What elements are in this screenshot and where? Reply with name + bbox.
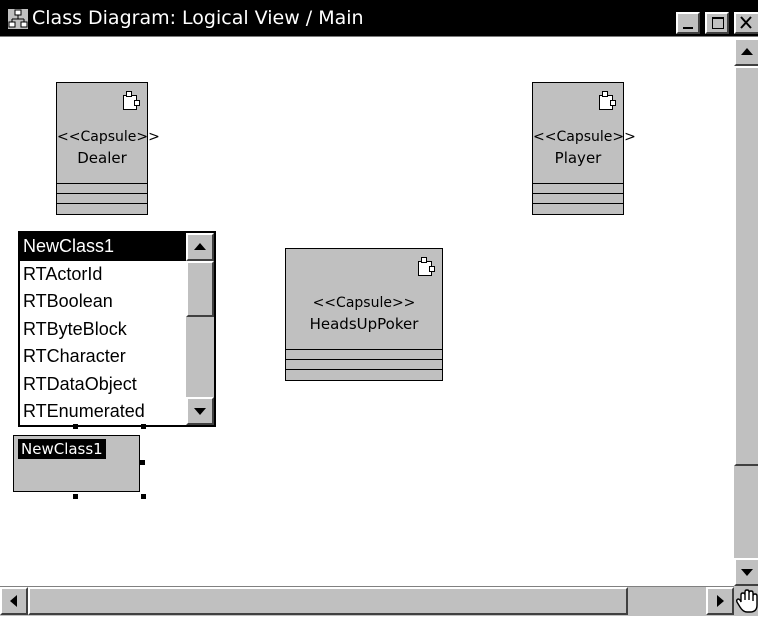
capsule-icon: [123, 91, 140, 110]
compartment-divider: [286, 369, 442, 370]
compartment-divider: [533, 193, 623, 194]
minimize-icon: [683, 27, 693, 29]
scroll-right-button[interactable]: [706, 587, 734, 615]
vertical-scrollbar[interactable]: [734, 38, 758, 586]
horizontal-scrollbar[interactable]: [0, 586, 734, 616]
class-diagram-window: Class Diagram: Logical View / Main <<Cap…: [0, 0, 758, 616]
scroll-thumb[interactable]: [186, 261, 214, 317]
compartment-divider: [57, 193, 147, 194]
list-item[interactable]: RTDataObject: [20, 371, 186, 399]
triangle-left-icon: [10, 595, 17, 607]
new-class-shape[interactable]: NewClass1: [13, 435, 140, 492]
class-type-dropdown[interactable]: NewClass1 RTActorId RTBoolean RTByteBloc…: [18, 231, 216, 427]
maximize-icon: [712, 17, 724, 29]
compartment-divider: [57, 203, 147, 204]
selection-handle[interactable]: [73, 494, 78, 499]
capsule-stereotype: <<Capsule>>: [533, 129, 636, 145]
hand-pan-icon: [735, 589, 758, 613]
diagram-canvas[interactable]: <<Capsule>> Dealer <<Capsule>> Player <<…: [0, 38, 734, 586]
compartment-divider: [533, 183, 623, 184]
compartment-divider: [57, 183, 147, 184]
scroll-down-button[interactable]: [734, 558, 758, 586]
capsule-headsuppoker[interactable]: <<Capsule>> HeadsUpPoker: [285, 248, 443, 381]
list-item[interactable]: RTEnumerated: [20, 398, 186, 426]
capsule-name: Dealer: [77, 149, 127, 167]
capsule-stereotype: <<Capsule>>: [57, 129, 160, 145]
close-button[interactable]: [734, 12, 758, 34]
dropdown-scrollbar[interactable]: [186, 233, 214, 425]
selection-handle[interactable]: [140, 460, 145, 465]
list-item[interactable]: RTCharacter: [20, 343, 186, 371]
triangle-down-icon: [741, 569, 753, 576]
capsule-dealer[interactable]: <<Capsule>> Dealer: [56, 82, 160, 215]
capsule-player[interactable]: <<Capsule>> Player: [532, 82, 636, 215]
selection-handle[interactable]: [73, 424, 78, 429]
selection-handle[interactable]: [141, 424, 146, 429]
capsule-name: Player: [554, 149, 602, 167]
triangle-up-icon: [194, 243, 206, 250]
minimize-button[interactable]: [676, 12, 700, 34]
list-item[interactable]: NewClass1: [20, 233, 186, 261]
class-diagram-icon: [8, 9, 28, 29]
capsule-stereotype: <<Capsule>>: [312, 295, 416, 311]
triangle-up-icon: [741, 48, 753, 55]
window-title: Class Diagram: Logical View / Main: [32, 7, 364, 29]
list-item[interactable]: RTByteBlock: [20, 316, 186, 344]
compartment-divider: [286, 359, 442, 360]
selection-handle[interactable]: [141, 494, 146, 499]
list-item[interactable]: RTActorId: [20, 261, 186, 289]
class-type-list: NewClass1 RTActorId RTBoolean RTByteBloc…: [20, 233, 186, 426]
scroll-thumb[interactable]: [734, 66, 758, 466]
scroll-left-button[interactable]: [0, 587, 28, 615]
maximize-button[interactable]: [705, 12, 729, 34]
scroll-up-button[interactable]: [734, 38, 758, 66]
compartment-divider: [286, 349, 442, 350]
capsule-icon: [599, 91, 616, 110]
scroll-down-button[interactable]: [186, 397, 214, 425]
triangle-right-icon: [717, 595, 724, 607]
triangle-down-icon: [194, 408, 206, 415]
title-bar[interactable]: Class Diagram: Logical View / Main: [0, 0, 758, 37]
capsule-icon: [418, 257, 435, 276]
scroll-up-button[interactable]: [186, 233, 214, 261]
close-icon: [740, 16, 752, 29]
capsule-name: HeadsUpPoker: [309, 315, 419, 333]
class-name-edit[interactable]: NewClass1: [18, 439, 106, 459]
scroll-thumb[interactable]: [28, 587, 628, 615]
scroll-corner[interactable]: [734, 586, 758, 616]
compartment-divider: [533, 203, 623, 204]
list-item[interactable]: RTBoolean: [20, 288, 186, 316]
